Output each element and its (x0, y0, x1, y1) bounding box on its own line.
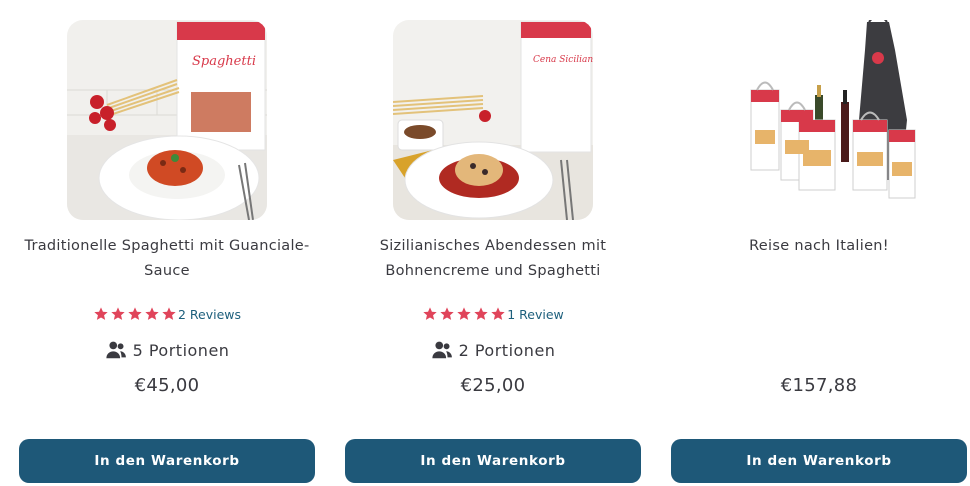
add-to-cart-button[interactable]: In den Warenkorb (671, 439, 967, 483)
add-to-cart-button[interactable]: In den Warenkorb (19, 439, 315, 483)
add-to-cart-button[interactable]: In den Warenkorb (345, 439, 641, 483)
reviews-link[interactable]: 1 Review (507, 307, 564, 322)
product-image[interactable]: Spaghetti (67, 20, 267, 220)
star-icon (457, 307, 471, 320)
product-card: Cena Siciliana Sizilianisches Abendessen… (345, 0, 641, 486)
product-grid: Spaghetti Traditionelle Spaghetti mit Gu… (0, 0, 970, 486)
product-title[interactable]: Traditionelle Spaghetti mit Guanciale-Sa… (19, 234, 315, 284)
product-price: €25,00 (460, 375, 526, 396)
star-icon (94, 307, 108, 320)
cena-siciliana-photo: Cena Siciliana (393, 20, 593, 220)
star-icon (491, 307, 505, 320)
star-rating (93, 306, 177, 322)
portions-info: 5 Portionen (19, 336, 315, 364)
portions-info: 2 Portionen (345, 336, 641, 364)
product-price: €45,00 (134, 375, 200, 396)
product-rating: 2 Reviews (19, 304, 315, 324)
product-image[interactable]: Cena Siciliana (393, 20, 593, 220)
spaghetti-guanciale-photo: Spaghetti (67, 20, 267, 220)
product-rating: 1 Review (345, 304, 641, 324)
users-icon (431, 341, 452, 359)
svg-text:Cena Siciliana: Cena Siciliana (533, 55, 593, 65)
star-icon (474, 307, 488, 320)
product-card: Spaghetti Traditionelle Spaghetti mit Gu… (19, 0, 315, 486)
star-icon (111, 307, 125, 320)
star-icon (423, 307, 437, 320)
users-icon (105, 341, 126, 359)
product-card: Reise nach Italien! €157,88 In den Waren… (671, 0, 967, 486)
star-icon (440, 307, 454, 320)
portions-label: 2 Portionen (458, 340, 556, 360)
star-icon (162, 307, 176, 320)
star-rating (422, 306, 506, 322)
reviews-link[interactable]: 2 Reviews (178, 307, 241, 322)
product-title[interactable]: Sizilianisches Abendessen mit Bohnencrem… (345, 234, 641, 284)
product-image[interactable] (719, 20, 919, 220)
star-icon (145, 307, 159, 320)
product-title[interactable]: Reise nach Italien! (671, 234, 967, 259)
star-icon (128, 307, 142, 320)
svg-text:Spaghetti: Spaghetti (192, 54, 256, 69)
portions-label: 5 Portionen (132, 340, 230, 360)
italy-gift-box-photo (719, 20, 919, 220)
product-price: €157,88 (780, 375, 858, 396)
